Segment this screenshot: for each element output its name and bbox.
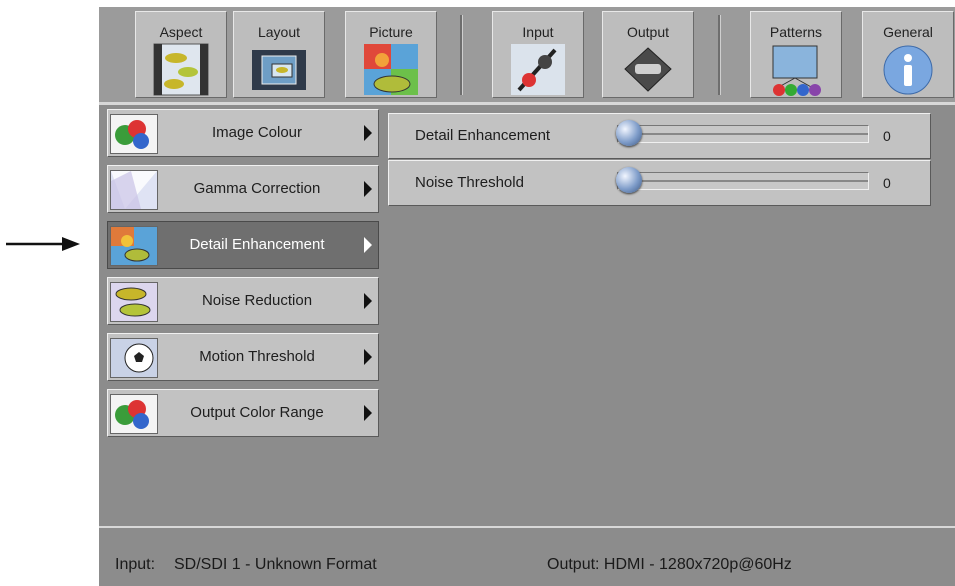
input-label: Input: [115,556,156,573]
menu-item-output-color-range[interactable]: Output Color Range [107,389,379,437]
menu-item-label: Motion Threshold [199,348,315,365]
chevron-right-icon [364,181,372,197]
output-icon [621,44,675,95]
menu-item-motion-threshold[interactable]: Motion Threshold [107,333,379,381]
chevron-right-icon [364,349,372,365]
toolbar-divider [718,15,721,95]
toolbar-divider [460,15,463,95]
tab-layout[interactable]: Layout [233,11,325,98]
tab-label: General [883,24,933,40]
tab-input[interactable]: Input [492,11,584,98]
detail-enhancement-slider[interactable] [616,120,869,146]
chevron-right-icon [364,237,372,253]
status-bar: Input: SD/SDI 1 - Unknown Format Output:… [99,526,955,586]
menu-item-image-colour[interactable]: Image Colour [107,109,379,157]
menu-item-label: Detail Enhancement [189,236,325,253]
pointer-arrow-icon [6,237,80,251]
tab-picture[interactable]: Picture [345,11,437,98]
tab-label: Input [522,24,554,40]
image-colour-icon [110,114,158,154]
menu-item-label: Output Color Range [190,404,324,421]
patterns-icon [772,45,821,96]
main-toolbar: Aspect Layout Picture Input Output Patte… [99,7,955,105]
tab-label: Output [626,24,670,40]
input-status: SD/SDI 1 - Unknown Format [174,556,377,573]
picture-icon [364,44,418,95]
menu-item-label: Image Colour [211,124,303,141]
noise-threshold-slider[interactable] [616,167,869,193]
slider-label: Detail Enhancement [415,127,551,144]
color-range-icon [110,394,158,434]
tab-label: Layout [257,24,301,40]
tab-label: Picture [369,24,413,40]
slider-knob[interactable] [616,120,642,146]
detail-enhancement-row: Detail Enhancement 0 [388,113,931,159]
slider-value: 0 [883,175,891,191]
menu-item-label: Gamma Correction [193,180,321,197]
menu-item-gamma-correction[interactable]: Gamma Correction [107,165,379,213]
tab-output[interactable]: Output [602,11,694,98]
gamma-icon [110,170,158,210]
chevron-right-icon [364,405,372,421]
tab-label: Patterns [769,24,823,40]
processor-control-window: Aspect Layout Picture Input Output Patte… [99,7,955,586]
chevron-right-icon [364,293,372,309]
output-status: Output: HDMI - 1280x720p@60Hz [547,556,792,573]
tab-patterns[interactable]: Patterns [750,11,842,98]
info-icon [883,45,933,95]
tab-general[interactable]: General [862,11,954,98]
detail-icon [110,226,158,266]
input-icon [511,44,565,95]
settings-panel: Detail Enhancement 0 Noise Threshold 0 [388,113,931,206]
layout-icon [252,50,306,90]
menu-item-noise-reduction[interactable]: Noise Reduction [107,277,379,325]
slider-value: 0 [883,128,891,144]
tab-label: Aspect [159,24,203,40]
tab-aspect[interactable]: Aspect [135,11,227,98]
menu-item-label: Noise Reduction [201,292,313,309]
noise-threshold-row: Noise Threshold 0 [388,160,931,206]
chevron-right-icon [364,125,372,141]
aspect-icon [153,43,209,96]
menu-item-detail-enhancement[interactable]: Detail Enhancement [107,221,379,269]
soccer-ball-icon [110,338,158,378]
noise-icon [110,282,158,322]
slider-label: Noise Threshold [415,174,524,191]
slider-knob[interactable] [616,167,642,193]
